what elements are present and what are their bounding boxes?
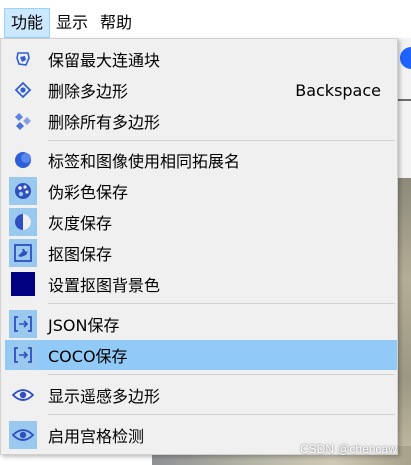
menu-item-delete-all-polygons[interactable]: 删除所有多边形: [5, 106, 397, 136]
menu-item-label: 伪彩色保存: [48, 183, 129, 202]
grayscale-save-icon: [9, 208, 37, 236]
menu-item-label: 显示遥感多边形: [48, 387, 161, 406]
menu-item-show-remote-sensing-polygons[interactable]: 显示遥感多边形: [5, 380, 397, 410]
menu-item-label: 启用宫格检测: [48, 427, 145, 446]
menu-functions[interactable]: 功能: [4, 8, 51, 38]
menu-item-same-extension[interactable]: 标签和图像使用相同拓展名: [5, 145, 397, 175]
eye-icon: [9, 421, 37, 449]
menu-item-label: 删除多边形: [48, 82, 129, 101]
menu-item-grayscale-save[interactable]: 灰度保存: [5, 207, 397, 237]
menu-item-pseudo-color-save[interactable]: 伪彩色保存: [5, 176, 397, 206]
menu-item-label: 抠图保存: [48, 245, 113, 264]
shortcut-label: Backspace: [295, 80, 381, 100]
menu-item-matting-save[interactable]: 抠图保存: [5, 238, 397, 268]
menu-item-label: COCO保存: [48, 347, 128, 366]
menubar: 功能 显示 帮助: [0, 0, 411, 38]
menu-item-label: 灰度保存: [48, 214, 113, 233]
eye-icon: [9, 381, 37, 409]
menu-item-set-background-color[interactable]: 设置抠图背景色: [5, 269, 397, 299]
menu-display[interactable]: 显示: [50, 8, 94, 38]
functions-dropdown: 保留最大连通块 删除多边形 Backspace 删除所有多边形 标签和图像使用相…: [0, 38, 398, 455]
menu-item-keep-largest-component[interactable]: 保留最大连通块: [5, 44, 397, 74]
menu-item-json-save[interactable]: JSON保存: [5, 309, 397, 339]
watermark: CSDN @chencaw: [300, 442, 397, 456]
menu-item-label: 标签和图像使用相同拓展名: [48, 152, 241, 171]
menu-item-label: 删除所有多边形: [48, 113, 161, 132]
menu-item-label: 保留最大连通块: [48, 51, 161, 70]
menu-item-label: 设置抠图背景色: [48, 276, 161, 295]
same-extension-icon: [9, 146, 37, 174]
pseudo-color-save-icon: [9, 177, 37, 205]
menu-separator: [48, 374, 395, 375]
json-save-icon: [9, 310, 37, 338]
background-color-swatch-icon: [9, 270, 37, 298]
keep-largest-component-icon: [9, 45, 37, 73]
delete-all-polygons-icon: [9, 107, 37, 135]
menu-item-label: JSON保存: [48, 316, 120, 335]
menu-help[interactable]: 帮助: [94, 8, 138, 38]
matting-save-icon: [9, 239, 37, 267]
delete-polygon-icon: [9, 76, 37, 104]
app-image-canvas: [398, 178, 411, 465]
menu-separator: [48, 303, 395, 304]
menu-item-delete-polygon[interactable]: 删除多边形 Backspace: [5, 75, 397, 105]
app-divider: [398, 99, 411, 101]
menu-separator: [48, 140, 395, 141]
menu-separator: [48, 414, 395, 415]
coco-save-icon: [9, 341, 37, 369]
menu-item-coco-save[interactable]: COCO保存: [5, 340, 397, 370]
